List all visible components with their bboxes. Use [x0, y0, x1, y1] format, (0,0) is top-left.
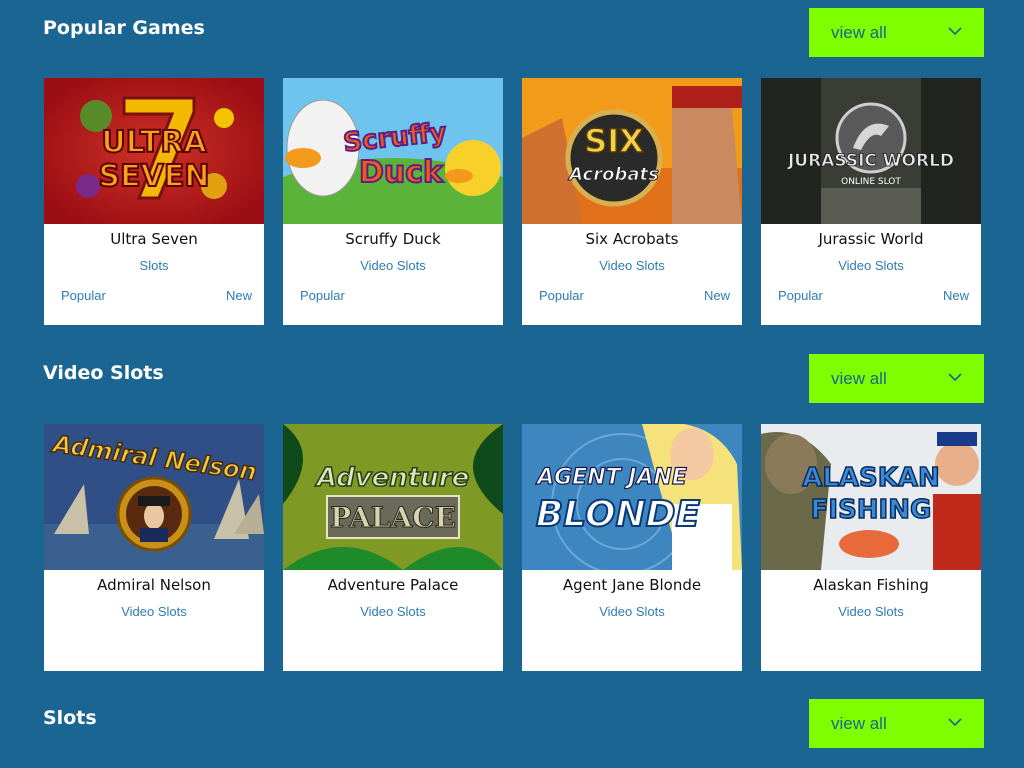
view-all-button[interactable]: view all: [809, 699, 984, 748]
game-tag-popular: Popular: [778, 288, 823, 303]
game-card[interactable]: ALASKAN FISHING Alaskan Fishing Video Sl…: [761, 424, 981, 671]
game-thumbnail[interactable]: AGENT JANE BLONDE: [522, 424, 742, 570]
game-logo-line: Adventure: [315, 463, 469, 493]
game-lobby: Popular Games view all ULTRA SEVEN Ultra…: [0, 0, 1024, 768]
game-thumbnail[interactable]: Admiral Nelson: [44, 424, 264, 570]
game-title[interactable]: Jurassic World: [761, 230, 981, 248]
game-tag-popular: Popular: [300, 288, 345, 303]
game-title[interactable]: Ultra Seven: [44, 230, 264, 248]
game-logo-line: Duck: [359, 155, 444, 190]
game-tag-new: New: [942, 288, 969, 303]
game-card[interactable]: Scruffy Duck Scruffy Duck Video Slots Po…: [283, 78, 503, 325]
game-category: Video Slots: [121, 604, 187, 619]
game-card[interactable]: ULTRA SEVEN Ultra Seven Slots Popular Ne…: [44, 78, 264, 325]
chevron-down-icon: [948, 27, 962, 36]
game-category: Slots: [139, 258, 169, 273]
game-title[interactable]: Agent Jane Blonde: [522, 576, 742, 594]
game-logo-line: ULTRA: [101, 125, 207, 160]
game-tag-popular: Popular: [539, 288, 584, 303]
game-logo-line: ALASKAN: [802, 463, 940, 493]
game-category: Video Slots: [838, 258, 904, 273]
game-logo-line: BLONDE: [536, 494, 701, 535]
game-category: Video Slots: [360, 258, 426, 273]
game-title[interactable]: Six Acrobats: [522, 230, 742, 248]
game-logo-line: FISHING: [811, 495, 932, 525]
view-all-label: view all: [831, 368, 887, 388]
game-card[interactable]: JURASSIC WORLD ONLINE SLOT Jurassic Worl…: [761, 78, 981, 325]
game-thumbnail[interactable]: Scruffy Duck: [283, 78, 503, 224]
view-all-label: view all: [831, 22, 887, 42]
section-title: Video Slots: [43, 362, 164, 384]
game-thumbnail[interactable]: ALASKAN FISHING: [761, 424, 981, 570]
view-all-label: view all: [831, 713, 887, 733]
game-category: Video Slots: [599, 258, 665, 273]
game-logo-line: SEVEN: [99, 159, 210, 194]
game-thumbnail[interactable]: ULTRA SEVEN: [44, 78, 264, 224]
game-category: Video Slots: [360, 604, 426, 619]
section-title: Slots: [43, 707, 97, 729]
game-title[interactable]: Scruffy Duck: [283, 230, 503, 248]
view-all-button[interactable]: view all: [809, 354, 984, 403]
game-logo-line: ONLINE SLOT: [841, 177, 901, 187]
game-tag-popular: Popular: [61, 288, 106, 303]
game-card[interactable]: Adventure PALACE Adventure Palace Video …: [283, 424, 503, 671]
game-title[interactable]: Adventure Palace: [283, 576, 503, 594]
view-all-button[interactable]: view all: [809, 8, 984, 57]
game-logo-line: AGENT JANE: [535, 465, 687, 490]
game-logo-line: PALACE: [330, 501, 456, 534]
game-title[interactable]: Alaskan Fishing: [761, 576, 981, 594]
chevron-down-icon: [948, 718, 962, 727]
game-card[interactable]: AGENT JANE BLONDE Agent Jane Blonde Vide…: [522, 424, 742, 671]
game-thumbnail[interactable]: Adventure PALACE: [283, 424, 503, 570]
game-thumbnail[interactable]: JURASSIC WORLD ONLINE SLOT: [761, 78, 981, 224]
game-tag-new: New: [225, 288, 252, 303]
game-category: Video Slots: [838, 604, 904, 619]
chevron-down-icon: [948, 373, 962, 382]
game-card[interactable]: Admiral Nelson Admiral Nelson Video Slot…: [44, 424, 264, 671]
game-tag-new: New: [703, 288, 730, 303]
game-title[interactable]: Admiral Nelson: [44, 576, 264, 594]
game-card[interactable]: SIX Acrobats Six Acrobats Video Slots Po…: [522, 78, 742, 325]
game-logo-line: SIX: [584, 122, 644, 160]
game-thumbnail[interactable]: SIX Acrobats: [522, 78, 742, 224]
section-title: Popular Games: [43, 17, 205, 39]
game-logo-line: JURASSIC WORLD: [787, 151, 954, 171]
game-logo-line: Acrobats: [567, 164, 659, 185]
game-category: Video Slots: [599, 604, 665, 619]
